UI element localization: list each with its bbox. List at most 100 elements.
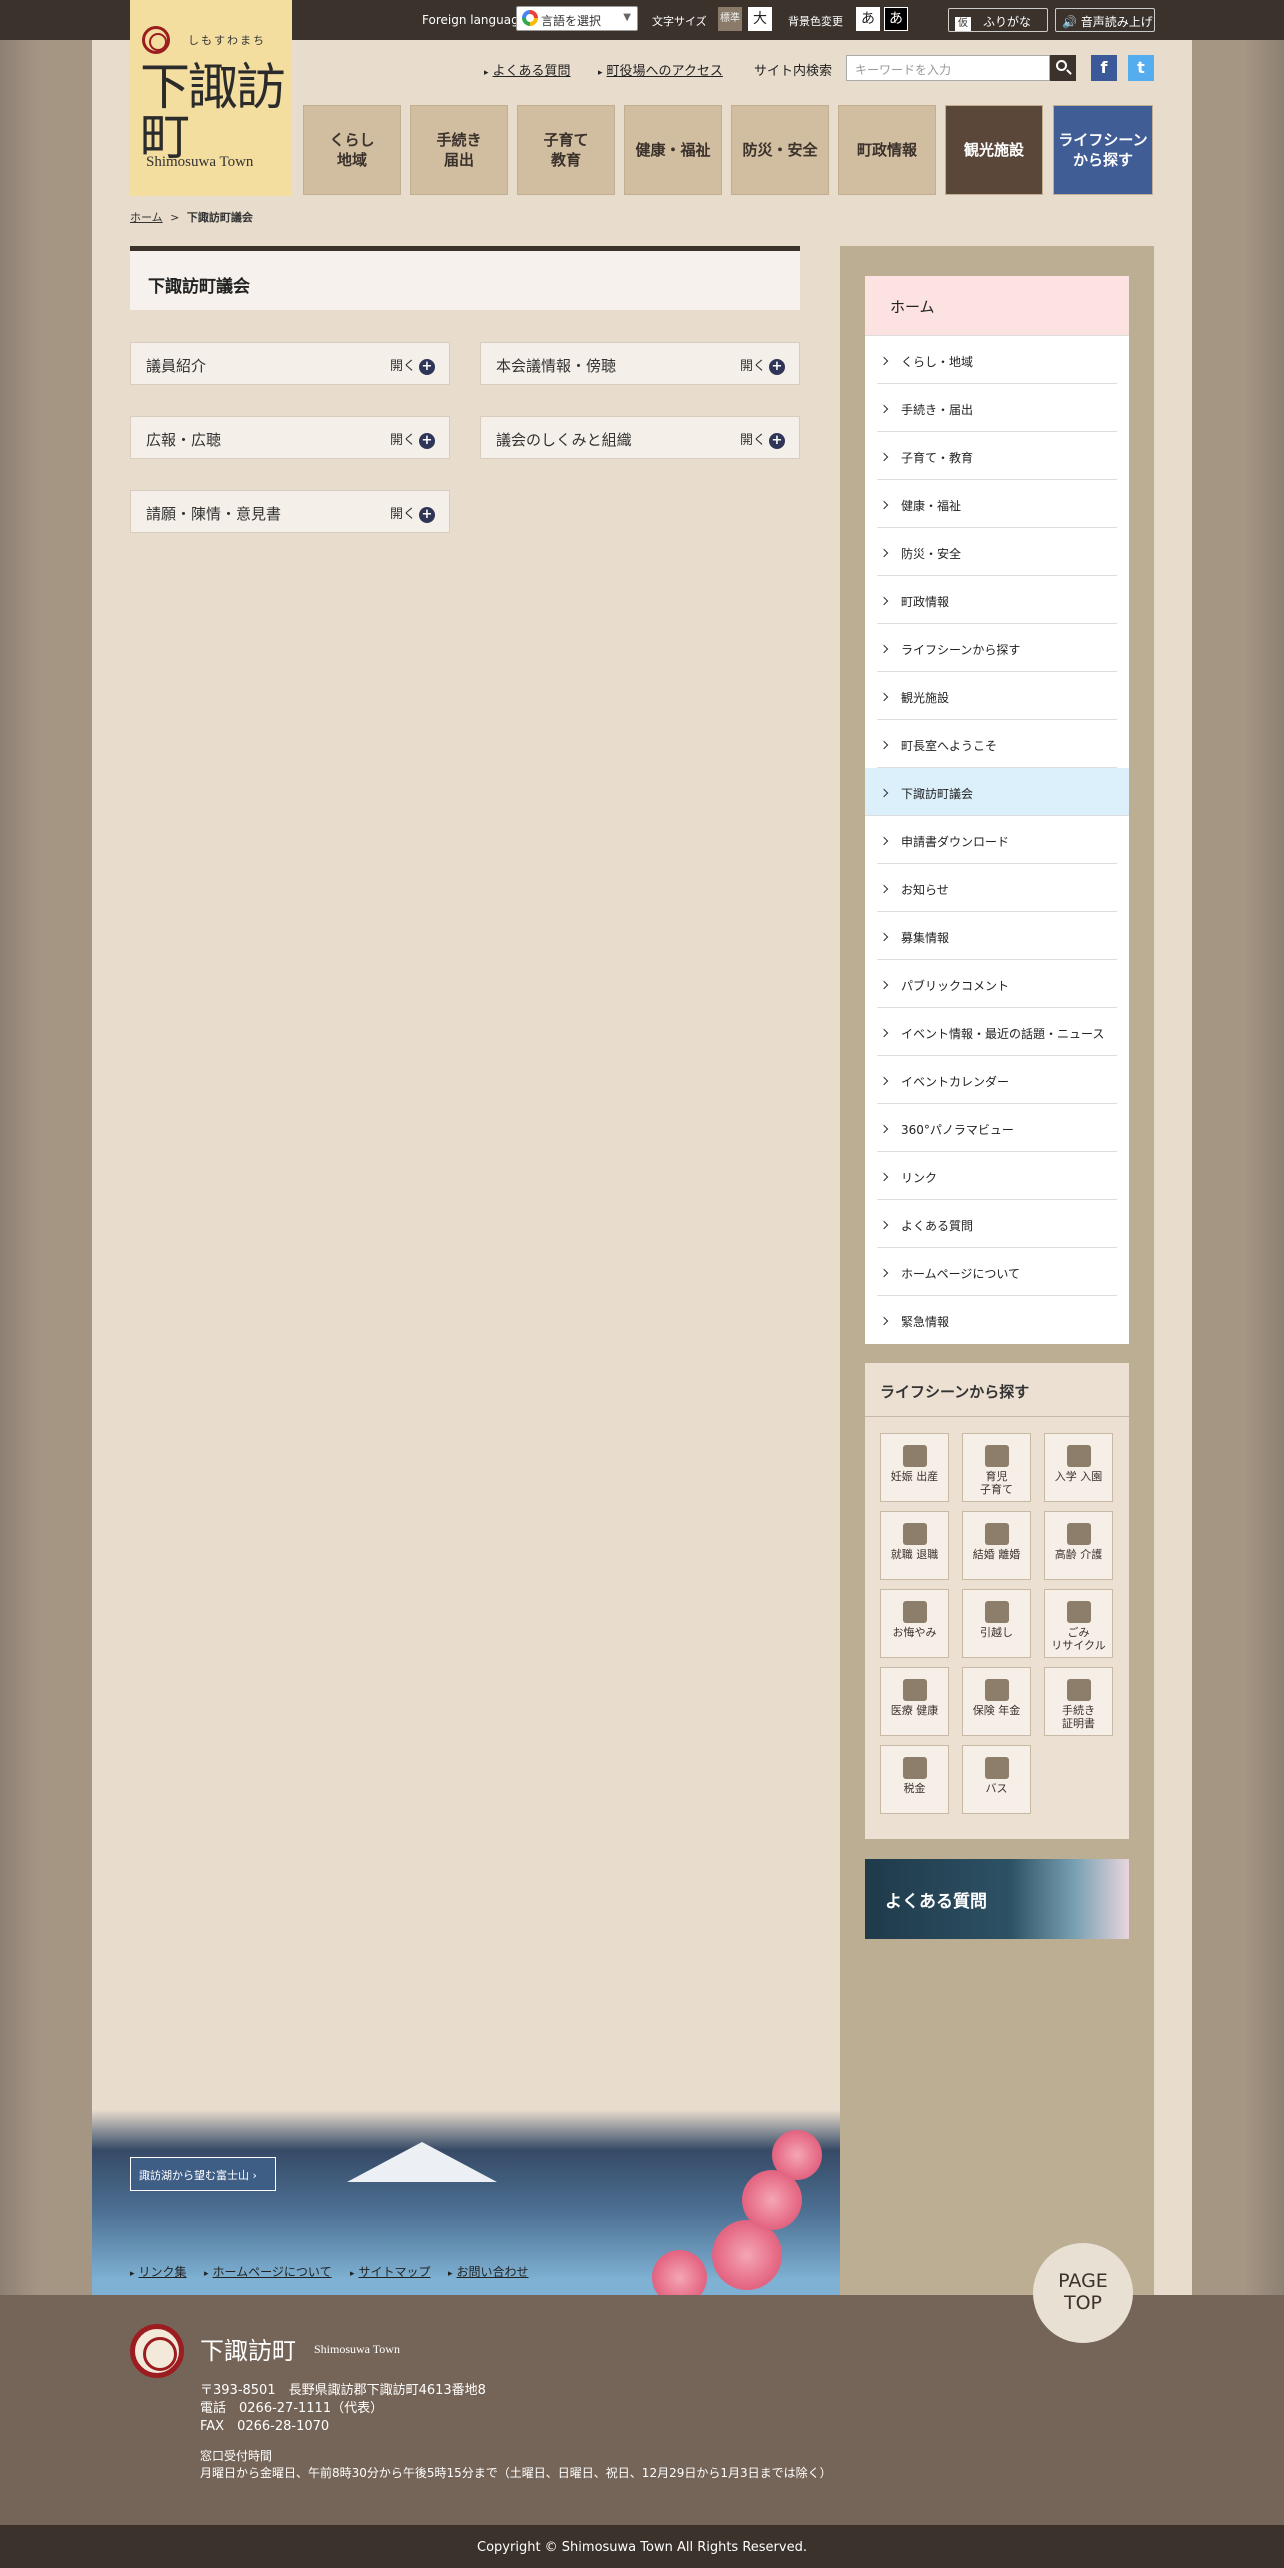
open-label: 開く bbox=[389, 507, 416, 522]
side-item[interactable]: 緊急情報 bbox=[877, 1296, 1117, 1344]
voice-read-button[interactable]: 🔊 音声読み上げ bbox=[1055, 8, 1155, 32]
header-link-faq[interactable]: よくある質問 bbox=[484, 60, 571, 79]
life-btn-label: 入学 入園 bbox=[1054, 1470, 1103, 1483]
life-btn-moving[interactable]: 引越し bbox=[962, 1589, 1031, 1658]
accordion-open: 開く + bbox=[390, 503, 435, 523]
wheelchair-icon bbox=[1066, 1523, 1091, 1545]
accordion-plenary[interactable]: 本会議情報・傍聴 開く + bbox=[480, 342, 800, 385]
page-top-label: PAGE TOP bbox=[1058, 2270, 1108, 2314]
text-size-large-button[interactable]: 大 bbox=[748, 7, 772, 31]
side-item[interactable]: 町長室へようこそ bbox=[877, 720, 1117, 768]
furigana-button[interactable]: 仮ふりがな bbox=[948, 8, 1048, 32]
google-icon bbox=[522, 10, 538, 26]
side-item[interactable]: リンク bbox=[877, 1152, 1117, 1200]
side-item[interactable]: 防災・安全 bbox=[877, 528, 1117, 576]
life-btn-pregnancy[interactable]: 妊娠 出産 bbox=[880, 1433, 949, 1502]
life-btn-bus[interactable]: バス bbox=[962, 1745, 1031, 1814]
footer-link-links[interactable]: リンク集 bbox=[130, 2263, 187, 2280]
side-item[interactable]: くらし・地域 bbox=[877, 336, 1117, 384]
life-btn-tax[interactable]: 税金 bbox=[880, 1745, 949, 1814]
bg-black-button[interactable]: あ bbox=[884, 7, 908, 31]
life-btn-label: 税金 bbox=[903, 1782, 926, 1795]
text-size-standard-button[interactable]: 標準 bbox=[718, 7, 742, 31]
faq-banner[interactable]: よくある質問 bbox=[865, 1859, 1129, 1939]
footer-link-about[interactable]: ホームページについて bbox=[204, 2263, 332, 2280]
side-item-active[interactable]: 下諏訪町議会 bbox=[865, 768, 1129, 816]
footer-town-name-en: Shimosuwa Town bbox=[314, 2342, 400, 2356]
side-item[interactable]: 観光施設 bbox=[877, 672, 1117, 720]
life-btn-marriage[interactable]: 結婚 離婚 bbox=[962, 1511, 1031, 1580]
footer-link-contact[interactable]: お問い合わせ bbox=[448, 2263, 529, 2280]
nav-tourism[interactable]: 観光施設 bbox=[945, 105, 1043, 195]
plus-icon: + bbox=[419, 507, 435, 523]
side-item[interactable]: 360°パノラマビュー bbox=[877, 1104, 1117, 1152]
facebook-icon[interactable]: f bbox=[1091, 55, 1117, 81]
nav-town-info[interactable]: 町政情報 bbox=[838, 105, 936, 195]
accordion-label: 議員紹介 bbox=[146, 357, 207, 375]
school-icon bbox=[1066, 1445, 1091, 1467]
side-item[interactable]: 健康・福祉 bbox=[877, 480, 1117, 528]
search-button[interactable] bbox=[1050, 55, 1076, 81]
breadcrumb-separator: > bbox=[170, 211, 180, 224]
accordion-structure[interactable]: 議会のしくみと組織 開く + bbox=[480, 416, 800, 459]
furigana-icon: 仮 bbox=[955, 17, 971, 31]
side-item[interactable]: 町政情報 bbox=[877, 576, 1117, 624]
footer-hours-label: 窓口受付時間 bbox=[200, 2449, 273, 2463]
twitter-icon[interactable]: t bbox=[1128, 55, 1154, 81]
nav-childcare[interactable]: 子育て 教育 bbox=[517, 105, 615, 195]
life-btn-garbage[interactable]: ごみ リサイクル bbox=[1044, 1589, 1113, 1658]
life-btn-elderly[interactable]: 高齢 介護 bbox=[1044, 1511, 1113, 1580]
side-item[interactable]: イベント情報・最近の話題・ニュース bbox=[877, 1008, 1117, 1056]
plus-icon: + bbox=[769, 433, 785, 449]
side-item[interactable]: 子育て・教育 bbox=[877, 432, 1117, 480]
open-label: 開く bbox=[389, 359, 416, 374]
nav-safety[interactable]: 防災・安全 bbox=[731, 105, 829, 195]
life-btn-condolence[interactable]: お悔やみ bbox=[880, 1589, 949, 1658]
life-btn-label: バス bbox=[985, 1782, 1008, 1795]
speaker-icon: 🔊 bbox=[1062, 15, 1077, 29]
site-logo[interactable]: しもすわまち 下諏訪町 Shimosuwa Town bbox=[130, 0, 292, 196]
side-item[interactable]: よくある質問 bbox=[877, 1200, 1117, 1248]
life-btn-medical[interactable]: 医療 健康 bbox=[880, 1667, 949, 1736]
azalea-flower-image bbox=[742, 2170, 802, 2230]
accordion-petitions[interactable]: 請願・陳情・意見書 開く + bbox=[130, 490, 450, 533]
side-menu-home[interactable]: ホーム bbox=[865, 276, 1129, 336]
town-emblem-icon bbox=[130, 2324, 184, 2378]
side-item[interactable]: お知らせ bbox=[877, 864, 1117, 912]
nav-procedures[interactable]: 手続き 届出 bbox=[410, 105, 508, 195]
fuji-view-button[interactable]: 諏訪湖から望む富士山 › bbox=[130, 2157, 276, 2191]
nav-living[interactable]: くらし 地域 bbox=[303, 105, 401, 195]
life-btn-childcare[interactable]: 育児 子育て bbox=[962, 1433, 1031, 1502]
life-btn-school[interactable]: 入学 入園 bbox=[1044, 1433, 1113, 1502]
footer-tel: 電話 0266-27-1111（代表） bbox=[200, 2401, 384, 2416]
bg-white-button[interactable]: あ bbox=[856, 7, 880, 31]
breadcrumb-current: 下諏訪町議会 bbox=[186, 211, 253, 224]
side-item[interactable]: 募集情報 bbox=[877, 912, 1117, 960]
translate-select[interactable]: 言語を選択 ▼ bbox=[516, 6, 638, 31]
side-item[interactable]: ライフシーンから探す bbox=[877, 624, 1117, 672]
side-item[interactable]: ホームページについて bbox=[877, 1248, 1117, 1296]
side-item[interactable]: パブリックコメント bbox=[877, 960, 1117, 1008]
side-item[interactable]: イベントカレンダー bbox=[877, 1056, 1117, 1104]
voice-read-label: 音声読み上げ bbox=[1080, 15, 1153, 29]
search-input[interactable]: キーワードを入力 bbox=[846, 55, 1050, 81]
life-btn-insurance[interactable]: 保険 年金 bbox=[962, 1667, 1031, 1736]
breadcrumb-home[interactable]: ホーム bbox=[130, 211, 163, 224]
trash-icon bbox=[1066, 1601, 1091, 1623]
footer-fax: FAX 0266-28-1070 bbox=[200, 2419, 330, 2434]
accordion-members[interactable]: 議員紹介 開く + bbox=[130, 342, 450, 385]
side-item[interactable]: 申請書ダウンロード bbox=[877, 816, 1117, 864]
logo-kana: しもすわまち bbox=[188, 34, 266, 47]
life-btn-job[interactable]: 就職 退職 bbox=[880, 1511, 949, 1580]
accordion-pr[interactable]: 広報・広聴 開く + bbox=[130, 416, 450, 459]
life-btn-label: 就職 退職 bbox=[890, 1548, 939, 1561]
side-item[interactable]: 手続き・届出 bbox=[877, 384, 1117, 432]
nav-health[interactable]: 健康・福祉 bbox=[624, 105, 722, 195]
money-icon bbox=[902, 1757, 927, 1779]
footer-link-sitemap[interactable]: サイトマップ bbox=[350, 2263, 431, 2280]
page-top-button[interactable]: PAGE TOP bbox=[1033, 2243, 1133, 2343]
header-link-access[interactable]: 町役場へのアクセス bbox=[598, 60, 723, 79]
nav-life-scene[interactable]: ライフシーン から探す bbox=[1053, 105, 1153, 195]
copyright: Copyright © Shimosuwa Town All Rights Re… bbox=[0, 2525, 1284, 2568]
life-btn-certificate[interactable]: 手続き 証明書 bbox=[1044, 1667, 1113, 1736]
